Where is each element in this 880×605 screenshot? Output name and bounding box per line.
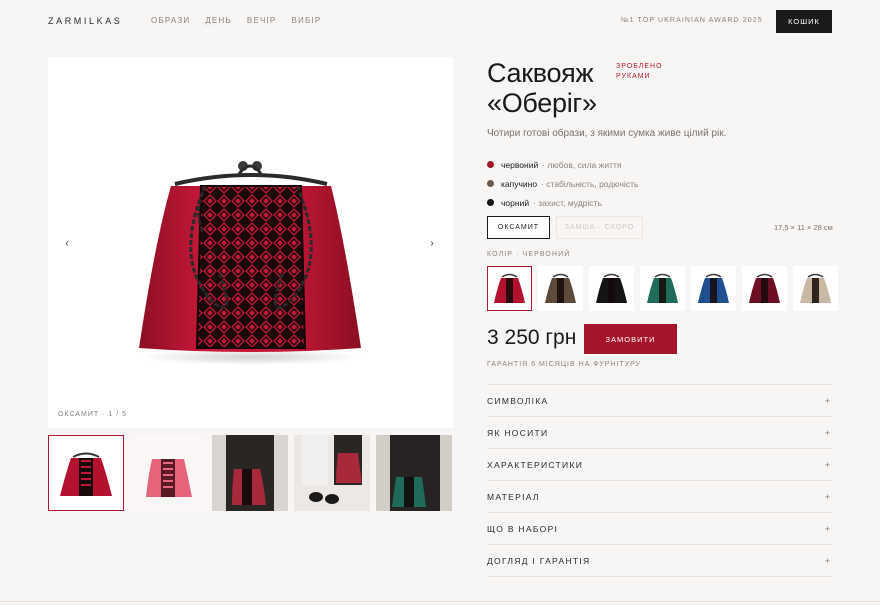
plus-icon: + <box>824 427 830 438</box>
thumbnail-5[interactable] <box>376 435 452 511</box>
accordion-symbolism[interactable]: СИМВОЛІКА + <box>487 385 832 417</box>
main-nav: ОБРАЗИ ДЕНЬ ВЕЧІР ВИБІР <box>151 16 321 25</box>
thumbnail-1[interactable] <box>48 435 124 511</box>
material-velvet-button[interactable]: ОКСАМИТ <box>487 216 550 239</box>
swatch-green[interactable] <box>640 266 685 311</box>
chevron-left-icon: ‹ <box>65 238 69 249</box>
handmade-line-1: ЗРОБЛЕНО <box>616 63 663 70</box>
award-badge: №1 TOP UKRAINIAN AWARD 2025 <box>621 17 763 24</box>
swatch-bag-icon <box>647 273 678 303</box>
order-button[interactable]: ЗАМОВИТИ <box>584 324 677 354</box>
handmade-line-2: РУКАМИ <box>616 73 651 80</box>
warranty-note: ГАРАНТІЯ 6 МІСЯЦІВ НА ФУРНІТУРУ <box>487 361 642 368</box>
cart-button[interactable]: КОШИК <box>776 10 832 33</box>
swatch-cappuccino[interactable] <box>538 266 583 311</box>
swatch-bag-icon <box>596 273 627 303</box>
product-title: Саквояж «Оберіг» <box>487 58 597 118</box>
nav-item-day[interactable]: ДЕНЬ <box>205 16 232 25</box>
thumbnail-image <box>146 459 192 497</box>
product-price: 3 250 грн <box>487 326 577 349</box>
color-meaning-black: чорний · захист, мудрість <box>487 193 638 212</box>
chevron-right-icon: › <box>430 238 434 249</box>
swatch-bag-icon <box>545 273 576 303</box>
accordion-characteristics[interactable]: ХАРАКТЕРИСТИКИ + <box>487 449 832 481</box>
color-name: червоний <box>501 159 539 170</box>
product-accordion: СИМВОЛІКА + ЯК НОСИТИ + ХАРАКТЕРИСТИКИ +… <box>487 384 832 577</box>
color-desc: · стабільність, родючість <box>541 178 639 189</box>
nav-item-choice[interactable]: ВИБІР <box>291 16 321 25</box>
product-image <box>139 161 363 365</box>
accordion-label: МАТЕРІАЛ <box>487 491 540 502</box>
image-counter: ОКСАМИТ · 1 / 5 <box>58 411 127 418</box>
plus-icon: + <box>824 491 830 502</box>
swatch-blue[interactable] <box>691 266 736 311</box>
swatch-black[interactable] <box>589 266 634 311</box>
product-dimensions: 17,5 × 11 × 28 см <box>774 223 833 232</box>
thumbnail-strip <box>48 435 452 511</box>
swatch-burgundy[interactable] <box>742 266 787 311</box>
thumbnail-3[interactable] <box>212 435 288 511</box>
color-dot <box>487 180 494 187</box>
swatch-bag-icon <box>749 273 780 303</box>
site-header: ZARMILKAS ОБРАЗИ ДЕНЬ ВЕЧІР ВИБІР №1 TOP… <box>0 0 880 42</box>
nav-item-evening[interactable]: ВЕЧІР <box>247 16 277 25</box>
accordion-label: СИМВОЛІКА <box>487 395 549 406</box>
handmade-badge: ЗРОБЛЕНО РУКАМИ <box>616 62 663 82</box>
thumbnail-image <box>390 435 440 511</box>
nav-item-looks[interactable]: ОБРАЗИ <box>151 16 190 25</box>
product-gallery: ‹ › ОКСАМИТ · 1 / 5 <box>48 57 453 428</box>
thumbnail-4[interactable] <box>294 435 370 511</box>
brand-logo[interactable]: ZARMILKAS <box>48 16 122 26</box>
accordion-material[interactable]: МАТЕРІАЛ + <box>487 481 832 513</box>
prev-image-button[interactable]: ‹ <box>60 237 74 251</box>
accordion-label: ЩО В НАБОРІ <box>487 523 559 534</box>
product-title-line-1: Саквояж <box>487 58 594 88</box>
accordion-how-to-wear[interactable]: ЯК НОСИТИ + <box>487 417 832 449</box>
accordion-in-the-box[interactable]: ЩО В НАБОРІ + <box>487 513 832 545</box>
color-meanings: червоний · любов, сила життя капучино · … <box>487 155 638 212</box>
color-name: чорний <box>501 197 530 208</box>
swatch-bag-icon <box>494 273 525 303</box>
plus-icon: + <box>824 555 830 566</box>
swatch-beige[interactable] <box>793 266 838 311</box>
color-desc: · захист, мудрість <box>533 197 602 208</box>
thumbnail-image <box>49 436 123 510</box>
material-suede-button[interactable]: ЗАМША · СКОРО <box>556 216 643 239</box>
swatch-bag-icon <box>800 273 831 303</box>
swatch-red[interactable] <box>487 266 532 311</box>
plus-icon: + <box>824 523 830 534</box>
thumbnail-2[interactable] <box>130 435 206 511</box>
product-title-line-2: «Оберіг» <box>487 88 597 118</box>
accordion-label: ХАРАКТЕРИСТИКИ <box>487 459 584 470</box>
next-image-button[interactable]: › <box>425 237 439 251</box>
color-swatches <box>487 266 838 311</box>
thumbnail-image <box>226 435 274 511</box>
footer-divider <box>0 601 880 602</box>
accordion-label: ЯК НОСИТИ <box>487 427 549 438</box>
color-desc: · любов, сила життя <box>542 159 622 170</box>
color-dot <box>487 161 494 168</box>
accordion-label: ДОГЛЯД І ГАРАНТІЯ <box>487 555 591 566</box>
swatch-bag-icon <box>698 273 729 303</box>
product-subtitle: Чотири готові образи, з якими сумка живе… <box>487 128 727 139</box>
color-name: капучино <box>501 178 538 189</box>
plus-icon: + <box>824 459 830 470</box>
color-meaning-red: червоний · любов, сила життя <box>487 155 638 174</box>
thumbnail-image <box>302 435 362 504</box>
accordion-care-warranty[interactable]: ДОГЛЯД І ГАРАНТІЯ + <box>487 545 832 577</box>
color-meaning-cappuccino: капучино · стабільність, родючість <box>487 174 638 193</box>
color-dot <box>487 199 494 206</box>
color-label: КОЛІР · ЧЕРВОНИЙ <box>487 251 571 258</box>
plus-icon: + <box>824 395 830 406</box>
